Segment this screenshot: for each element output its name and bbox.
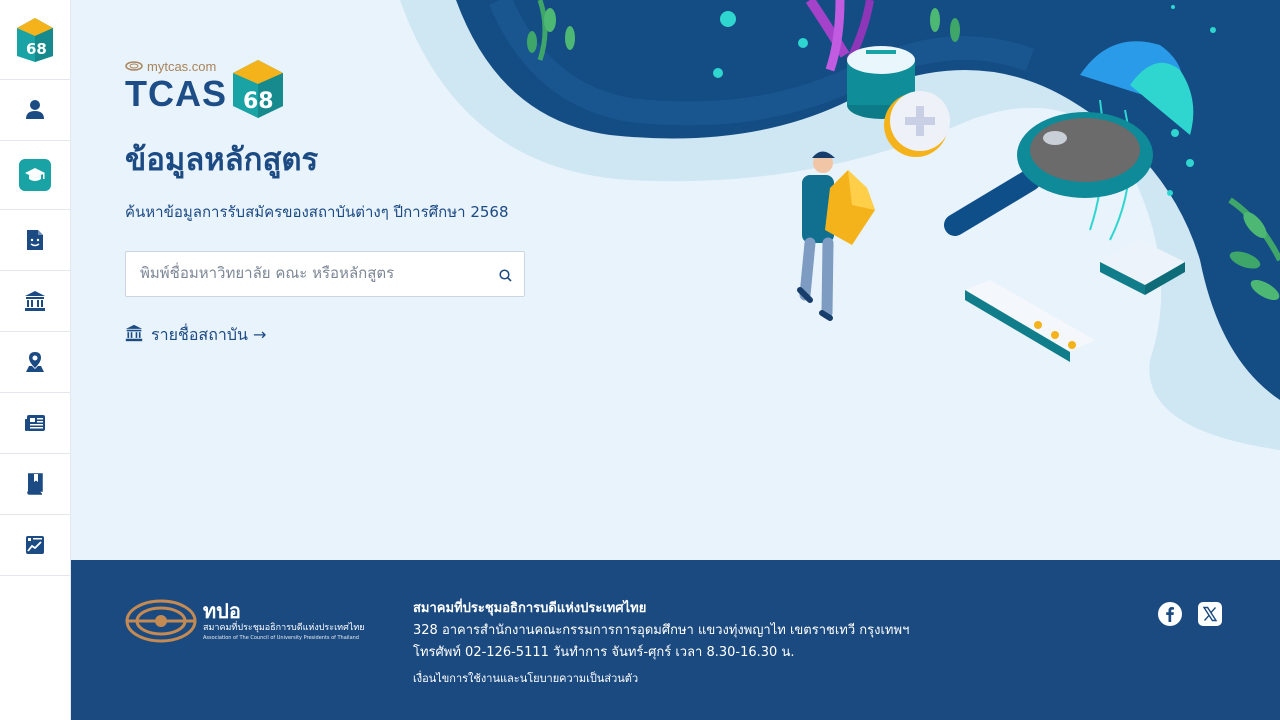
tcas-brand[interactable]: mytcas.com TCAS 68 [125,58,525,122]
footer-contact: สมาคมที่ประชุมอธิการบดีแห่งประเทศไทย 328… [413,598,909,690]
cupt-abbreviation: ทปอ [203,599,241,623]
mytcas-domain: mytcas.com [147,58,217,74]
sidebar-item-statistics[interactable] [0,515,70,576]
search-input[interactable] [126,251,480,294]
footer-address: 328 อาคารสำนักงานคณะกรรมการการอุดมศึกษา … [413,623,910,638]
sidebar-item-news[interactable] [0,393,70,454]
page-subtitle: ค้นหาข้อมูลการรับสมัครของสถาบันต่างๆ ปีก… [125,202,509,221]
person-decoration [797,151,875,321]
institution-icon [125,324,143,346]
social-links [1158,602,1222,626]
chart-icon [25,535,45,555]
book-bookmark-icon [26,473,44,495]
sidebar-item-programs[interactable] [0,141,70,210]
sidebar: 68 [0,0,71,720]
search-icon[interactable] [499,267,512,286]
user-icon [25,99,45,121]
mytcas-brand: mytcas.com [125,58,227,74]
facebook-icon[interactable] [1158,602,1182,626]
main-content: mytcas.com TCAS 68 ข้อมูลหลักสูตร ค้นหาข… [70,0,1280,560]
card-decoration [965,240,1185,362]
cupt-english-name: Association of The Council of University… [203,635,359,641]
hero-content: mytcas.com TCAS 68 ข้อมูลหลักสูตร ค้นหาข… [125,58,525,348]
sidebar-logo-text: 68 [26,40,47,58]
institution-icon [24,290,46,312]
sidebar-logo[interactable]: 68 [0,0,70,80]
page-title: ข้อมูลหลักสูตร [125,142,319,178]
x-icon[interactable] [1198,602,1222,626]
sidebar-item-handbook[interactable] [0,454,70,515]
tcas-year-logo-icon: 68 [233,60,283,118]
institution-list-label: รายชื่อสถาบัน → [151,324,267,344]
sidebar-item-documents[interactable] [0,210,70,271]
location-person-icon [25,351,45,373]
sidebar-item-institutions[interactable] [0,271,70,332]
footer-org-name: สมาคมที่ประชุมอธิการบดีแห่งประเทศไทย [413,601,647,616]
footer: ทปอ สมาคมที่ประชุมอธิการบดีแห่งประเทศไทย… [70,560,1280,720]
cupt-full-name: สมาคมที่ประชุมอธิการบดีแห่งประเทศไทย [203,623,365,633]
graduation-cap-icon [19,159,51,191]
cupt-logo[interactable]: ทปอ สมาคมที่ประชุมอธิการบดีแห่งประเทศไทย… [125,598,365,644]
tcas68-logo-icon: 68 [17,17,53,62]
terms-privacy-link[interactable]: เงื่อนไขการใช้งานและนโยบายความเป็นส่วนตั… [413,668,909,690]
cupt-emblem-icon [125,599,197,643]
footer-phone: โทรศัพท์ 02-126-5111 วันทำการ จันทร์-ศุก… [413,645,795,660]
document-face-icon [26,229,44,251]
search-box [125,250,525,297]
sidebar-item-location[interactable] [0,332,70,393]
news-icon [24,414,46,432]
mytcas-eye-icon [125,61,143,71]
sidebar-item-profile[interactable] [0,80,70,141]
tcas-wordmark: TCAS [125,73,227,114]
institution-list-link[interactable]: รายชื่อสถาบัน → [125,323,525,348]
tcas-year: 68 [243,89,274,114]
